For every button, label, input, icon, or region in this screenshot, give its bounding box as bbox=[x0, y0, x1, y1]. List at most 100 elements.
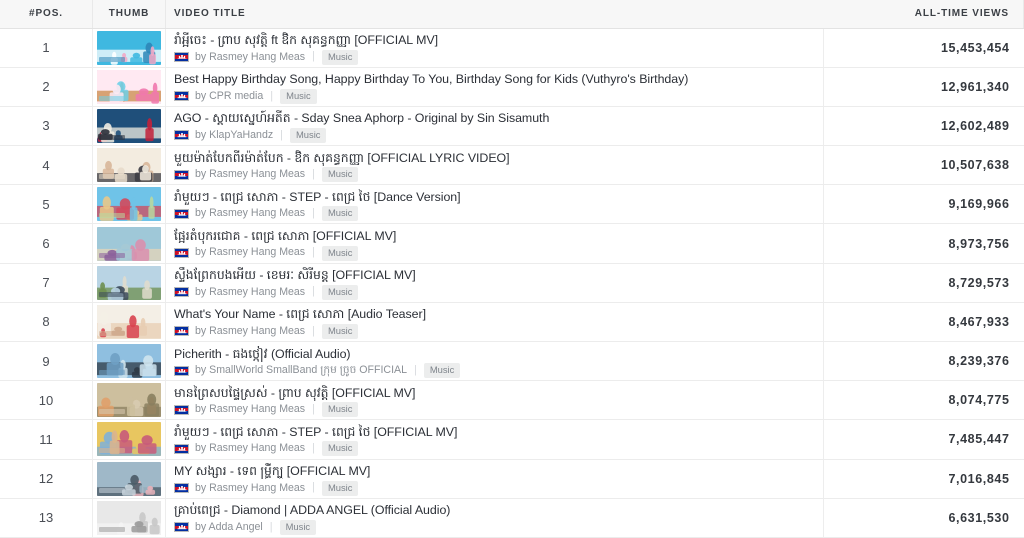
channel-name[interactable]: by SmallWorld SmallBand ក្រុម ច្រូច OFFI… bbox=[195, 364, 407, 376]
column-header-all-time-views[interactable]: ALL-TIME VIEWS bbox=[823, 0, 1024, 29]
channel-name[interactable]: by Rasmey Hang Meas bbox=[195, 443, 305, 454]
cell-video-title: មួយម៉ាត់បែកពីរម៉ាត់បែក - ឱិក សុគន្ធកញ្ញា… bbox=[165, 145, 823, 186]
meta-separator: | bbox=[312, 246, 315, 259]
category-badge[interactable]: Music bbox=[279, 519, 317, 535]
cambodia-flag-icon bbox=[174, 483, 189, 494]
video-thumbnail[interactable] bbox=[97, 304, 161, 339]
table-row[interactable]: 9 Picherith - ធងថ្កៀវ (Official Audio) by … bbox=[0, 341, 1024, 382]
video-title-link[interactable]: MY សង្សារ - ទេព ម្ហ្រី់ក្បួ [OFFICIAL MV… bbox=[174, 463, 817, 479]
cell-thumbnail[interactable] bbox=[92, 419, 166, 460]
category-badge[interactable]: Music bbox=[290, 127, 327, 143]
cell-position: 6 bbox=[0, 223, 93, 264]
channel-name[interactable]: by Rasmey Hang Meas bbox=[195, 51, 305, 63]
table-row[interactable]: 10 មានព្រៃសបផ្ទៃស្រស់ - ព្រាប សុវត្តិ [OF… bbox=[0, 380, 1024, 421]
meta-separator: | bbox=[270, 89, 274, 102]
cell-thumbnail[interactable] bbox=[92, 145, 166, 186]
video-thumbnail[interactable] bbox=[97, 461, 161, 496]
cell-video-title: Picherith - ធងថ្កៀវ (Official Audio) by S… bbox=[165, 341, 823, 382]
video-thumbnail[interactable] bbox=[97, 30, 161, 65]
channel-name[interactable]: by Rasmey Hang Meas bbox=[195, 286, 305, 298]
category-badge[interactable]: Music bbox=[321, 245, 359, 261]
video-thumbnail[interactable] bbox=[97, 265, 161, 300]
cell-all-time-views: 9,169,966 bbox=[822, 184, 1024, 225]
cell-thumbnail[interactable] bbox=[92, 302, 166, 343]
cell-video-title: រាំមួយៗ - ពេជ្រ សោភា - STEP - ពេជ្រ ថៃ [… bbox=[165, 419, 823, 460]
channel-name[interactable]: by Rasmey Hang Meas bbox=[195, 325, 305, 337]
category-badge[interactable]: Music bbox=[321, 402, 359, 418]
table-row[interactable]: 2 Best Happy Birthday Song, Happy Birthda… bbox=[0, 67, 1024, 107]
video-thumbnail[interactable] bbox=[97, 187, 161, 222]
cell-thumbnail[interactable] bbox=[92, 67, 166, 107]
video-thumbnail[interactable] bbox=[97, 344, 161, 379]
video-thumbnail[interactable] bbox=[97, 500, 161, 535]
channel-name[interactable]: by Rasmey Hang Meas bbox=[195, 208, 305, 219]
angkor-wat-icon bbox=[177, 172, 186, 177]
video-thumbnail[interactable] bbox=[97, 422, 161, 457]
cell-all-time-views: 8,973,756 bbox=[822, 223, 1024, 264]
channel-name[interactable]: by CPR media bbox=[195, 90, 263, 102]
channel-name[interactable]: by Rasmey Hang Meas bbox=[195, 404, 305, 415]
cambodia-flag-icon bbox=[174, 404, 189, 415]
video-title-link[interactable]: រាំមួយៗ - ពេជ្រ សោភា - STEP - ពេជ្រ ថៃ [… bbox=[174, 189, 817, 205]
cell-thumbnail[interactable] bbox=[92, 341, 166, 382]
video-title-link[interactable]: ផ្អែរតំបុករជោគ - ពេជ្រ សោភា [OFFICIAL MV… bbox=[174, 228, 817, 244]
video-title-link[interactable]: AGO - ស្ដាយស្នេហ៍អតីត - Sday Snea Aphorp… bbox=[174, 110, 817, 126]
video-title-link[interactable]: រាំមួយៗ - ពេជ្រ សោភា - STEP - ពេជ្រ ថៃ [… bbox=[174, 424, 817, 440]
category-badge[interactable]: Music bbox=[321, 323, 359, 339]
table-row[interactable]: 8 What's Your Name - ពេជ្រ សោភា [Audio Te… bbox=[0, 302, 1024, 343]
video-thumbnail[interactable] bbox=[97, 226, 161, 261]
video-title-link[interactable]: Best Happy Birthday Song, Happy Birthday… bbox=[174, 71, 817, 87]
cell-thumbnail[interactable] bbox=[92, 28, 166, 68]
video-thumbnail[interactable] bbox=[97, 69, 161, 104]
channel-name[interactable]: by Adda Angel bbox=[195, 521, 263, 533]
table-row[interactable]: 1 រាំអ្អីចេះ - ព្រាប សុវត្តិ ft ឱិក សុគន្… bbox=[0, 28, 1024, 68]
table-row[interactable]: 7 ស្ទឹងព្រែកបងអើយ - ខេមរៈ សិរីមន្ត [OFFIC… bbox=[0, 263, 1024, 303]
category-badge[interactable]: Music bbox=[423, 363, 461, 379]
cell-thumbnail[interactable] bbox=[92, 380, 166, 421]
title-block: មានព្រៃសបផ្ទៃស្រស់ - ព្រាប សុវត្តិ [OFFI… bbox=[174, 382, 817, 419]
cell-thumbnail[interactable] bbox=[92, 459, 166, 499]
video-thumbnail[interactable] bbox=[97, 108, 161, 143]
cell-video-title: Best Happy Birthday Song, Happy Birthday… bbox=[165, 67, 823, 107]
table-row[interactable]: 11 រាំមួយៗ - ពេជ្រ សោភា - STEP - ពេជ្រ ថៃ… bbox=[0, 419, 1024, 460]
cell-thumbnail[interactable] bbox=[92, 106, 166, 147]
category-badge[interactable]: Music bbox=[321, 284, 359, 300]
column-header-thumb[interactable]: THUMB bbox=[92, 0, 166, 29]
video-thumbnail[interactable] bbox=[97, 383, 161, 418]
cell-thumbnail[interactable] bbox=[92, 498, 166, 538]
column-header-position[interactable]: #POS. bbox=[0, 0, 93, 29]
video-title-link[interactable]: មួយម៉ាត់បែកពីរម៉ាត់បែក - ឱិក សុគន្ធកញ្ញា… bbox=[174, 150, 817, 166]
category-badge[interactable]: Music bbox=[321, 206, 359, 222]
table-row[interactable]: 12 MY សង្សារ - ទេព ម្ហ្រី់ក្បួ [OFFICIAL … bbox=[0, 459, 1024, 499]
channel-name[interactable]: by Rasmey Hang Meas bbox=[195, 482, 305, 494]
video-thumbnail[interactable] bbox=[97, 148, 161, 183]
channel-name[interactable]: by Rasmey Hang Meas bbox=[195, 247, 305, 258]
angkor-wat-icon bbox=[177, 290, 186, 295]
video-meta-row: by Rasmey Hang Meas | Music bbox=[174, 480, 817, 496]
category-badge[interactable]: Music bbox=[321, 480, 359, 496]
meta-separator: | bbox=[312, 403, 315, 415]
table-row[interactable]: 3 AGO - ស្ដាយស្នេហ៍អតីត - Sday Snea Aphor… bbox=[0, 106, 1024, 147]
channel-name[interactable]: by Rasmey Hang Meas bbox=[195, 168, 305, 180]
table-row[interactable]: 5 រាំមួយៗ - ពេជ្រ សោភា - STEP - ពេជ្រ ថៃ … bbox=[0, 184, 1024, 225]
table-row[interactable]: 4 មួយម៉ាត់បែកពីរម៉ាត់បែក - ឱិក សុគន្ធកញ្ញ… bbox=[0, 145, 1024, 186]
category-badge[interactable]: Music bbox=[321, 441, 359, 457]
video-title-link[interactable]: មានព្រៃសបផ្ទៃស្រស់ - ព្រាប សុវត្តិ [OFFI… bbox=[174, 385, 817, 401]
cell-thumbnail[interactable] bbox=[92, 223, 166, 264]
category-badge[interactable]: Music bbox=[280, 88, 317, 104]
column-header-video-title[interactable]: VIDEO TITLE bbox=[165, 0, 823, 29]
table-row[interactable]: 13 គ្រាប់ពេជ្រ - Diamond | ADDA ANGEL (Of… bbox=[0, 498, 1024, 538]
cell-thumbnail[interactable] bbox=[92, 263, 166, 303]
video-title-link[interactable]: ស្ទឹងព្រែកបងអើយ - ខេមរៈ សិរីមន្ត [OFFICI… bbox=[174, 267, 817, 283]
cell-thumbnail[interactable] bbox=[92, 184, 166, 225]
video-title-link[interactable]: គ្រាប់ពេជ្រ - Diamond | ADDA ANGEL (Offi… bbox=[174, 502, 817, 518]
meta-separator: | bbox=[280, 128, 283, 141]
video-meta-row: by Rasmey Hang Meas | Music bbox=[174, 441, 817, 457]
video-title-link[interactable]: Picherith - ធងថ្កៀវ (Official Audio) bbox=[174, 346, 817, 362]
category-badge[interactable]: Music bbox=[321, 49, 359, 65]
category-badge[interactable]: Music bbox=[321, 167, 359, 183]
video-title-link[interactable]: រាំអ្អីចេះ - ព្រាប សុវត្តិ ft ឱិក សុគន្ធ… bbox=[174, 32, 817, 48]
video-title-link[interactable]: What's Your Name - ពេជ្រ សោភា [Audio Tea… bbox=[174, 306, 817, 322]
table-row[interactable]: 6 ផ្អែរតំបុករជោគ - ពេជ្រ សោភា [OFFICIAL M… bbox=[0, 223, 1024, 264]
channel-name[interactable]: by KlapYaHandz bbox=[195, 129, 273, 141]
